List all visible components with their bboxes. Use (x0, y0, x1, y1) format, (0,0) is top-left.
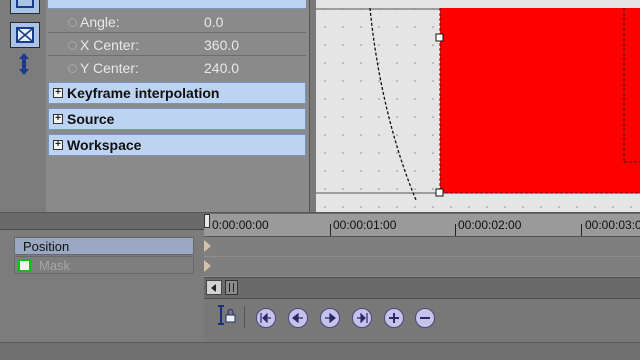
property-value[interactable]: 240.0 (204, 60, 239, 76)
section-label: Workspace (67, 137, 142, 153)
canvas-drawing (316, 0, 640, 212)
timeline-row-position[interactable] (204, 237, 640, 257)
expand-icon[interactable]: + (53, 114, 63, 124)
section-header-partial (48, 0, 306, 9)
keyframe-icon[interactable] (204, 260, 212, 272)
first-keyframe-icon (260, 313, 271, 323)
property-label: Angle: (80, 14, 120, 30)
tool-button-top[interactable] (10, 0, 40, 14)
property-label: Y Center: (80, 60, 139, 76)
property-label: X Center: (80, 37, 140, 53)
ruler-label: 00:00:01:00 (333, 218, 397, 232)
next-keyframe-icon (325, 313, 336, 323)
track-label: Mask (39, 258, 71, 273)
lock-envelopes-button[interactable] (214, 304, 238, 328)
property-row-angle[interactable]: Angle: 0.0 (46, 11, 308, 33)
control-point[interactable] (435, 188, 444, 197)
arrow-left-icon (211, 283, 216, 292)
bullet-icon (68, 18, 77, 27)
track-row-position[interactable]: Position (14, 237, 194, 255)
ruler-label: 0:00:00:00 (212, 218, 269, 232)
playhead-marker[interactable] (204, 214, 210, 228)
expand-icon[interactable]: + (53, 140, 63, 150)
mask-checkbox[interactable] (18, 259, 31, 272)
keyframe-icon[interactable] (204, 240, 212, 252)
property-value[interactable]: 0.0 (204, 14, 223, 30)
tool-strip (0, 0, 46, 212)
properties-panel: Angle: 0.0 X Center: 360.0 Y Center: 240… (46, 0, 310, 212)
delete-keyframe-icon (420, 317, 430, 319)
selection-box-icon (16, 27, 34, 43)
section-workspace[interactable]: + Workspace (48, 134, 306, 156)
add-keyframe-icon (389, 313, 399, 323)
expand-icon[interactable]: + (53, 88, 63, 98)
section-label: Keyframe interpolation (67, 85, 220, 101)
scroll-left-button[interactable] (206, 280, 222, 295)
section-source[interactable]: + Source (48, 108, 306, 130)
property-row-y-center[interactable]: Y Center: 240.0 (46, 57, 308, 79)
bottom-status-area (0, 342, 640, 360)
previous-keyframe-button[interactable] (288, 308, 308, 328)
next-keyframe-button[interactable] (320, 308, 340, 328)
delete-keyframe-button[interactable] (415, 308, 435, 328)
time-ruler[interactable]: 0:00:00:00 00:00:01:00 00:00:02:00 00:00… (204, 214, 640, 237)
property-value[interactable]: 360.0 (204, 37, 239, 53)
move-vertical-icon[interactable] (16, 52, 32, 81)
preview-canvas[interactable] (316, 0, 640, 212)
last-keyframe-icon (357, 313, 368, 323)
property-row-x-center[interactable]: X Center: 360.0 (46, 34, 308, 56)
control-point[interactable] (435, 33, 444, 42)
selection-box-button[interactable] (10, 22, 40, 48)
section-keyframe-interpolation[interactable]: + Keyframe interpolation (48, 82, 306, 104)
bullet-icon (68, 64, 77, 73)
scroll-thumb[interactable] (225, 280, 238, 295)
keyframe-timeline[interactable]: 0:00:00:00 00:00:01:00 00:00:02:00 00:00… (204, 214, 640, 360)
add-keyframe-button[interactable] (384, 308, 404, 328)
bullet-icon (68, 41, 77, 50)
ruler-label: 00:00:03:0 (585, 218, 640, 232)
track-list: Position Mask (0, 230, 204, 360)
lock-cursor-icon (218, 305, 236, 325)
section-label: Source (67, 111, 115, 127)
timeline-scrollbar[interactable] (204, 277, 640, 299)
mask-shape[interactable] (440, 8, 640, 193)
ruler-label: 00:00:02:00 (458, 218, 522, 232)
track-label: Position (23, 239, 70, 254)
last-keyframe-button[interactable] (352, 308, 372, 328)
previous-keyframe-icon (292, 313, 303, 323)
timeline-row-mask[interactable] (204, 257, 640, 277)
track-row-mask[interactable]: Mask (14, 256, 194, 274)
first-keyframe-button[interactable] (256, 308, 276, 328)
rectangle-tool-icon (16, 0, 34, 8)
